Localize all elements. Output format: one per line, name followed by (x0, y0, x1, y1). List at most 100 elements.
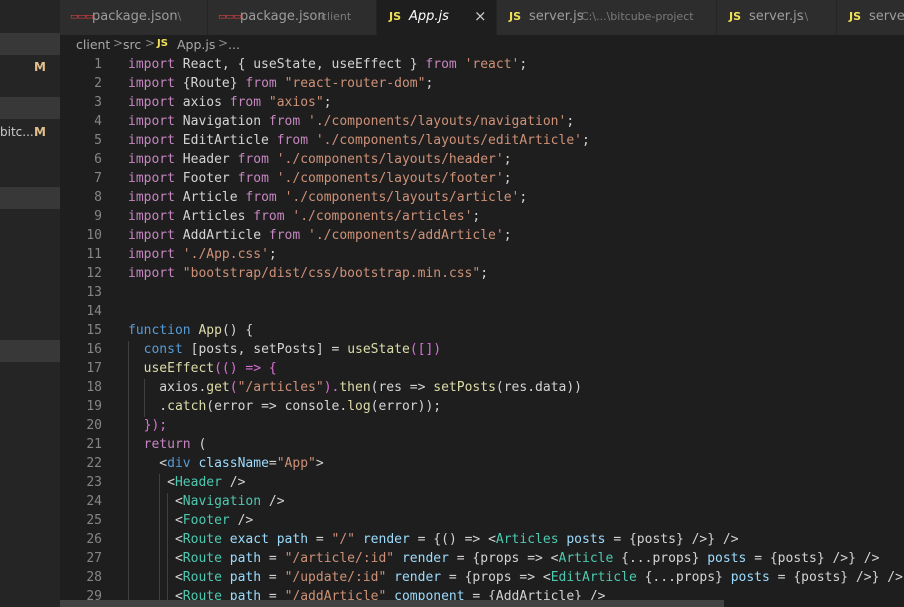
code-line[interactable]: 16 const [posts, setPosts] = useState([]… (60, 341, 904, 360)
breadcrumb-separator-icon: > (218, 36, 229, 50)
tab-description: C:\...\bitcube-project (581, 10, 694, 23)
line-number: 13 (86, 285, 102, 300)
code-line[interactable]: 15 function App() { (60, 322, 904, 341)
explorer-section-header[interactable] (0, 340, 60, 362)
tab-description: .\ (801, 10, 809, 23)
code-line[interactable]: 22 <div className="App"> (60, 455, 904, 474)
indent-guide (167, 493, 168, 607)
code-line[interactable]: 28 <Route path = "/update/:id" render = … (60, 569, 904, 588)
line-number: 19 (86, 399, 102, 414)
code-text: <Route path = "/article/:id" render = {p… (128, 551, 880, 566)
line-number: 2 (94, 76, 102, 91)
code-line[interactable]: 13 (60, 284, 904, 303)
code-text: import './App.css'; (128, 247, 277, 262)
code-text: }); (143, 418, 168, 433)
breadcrumb-separator-icon: > (113, 36, 124, 50)
tab-package-json-client[interactable]: ▭▭▭ package.json client (208, 0, 377, 35)
code-text: function App() { (128, 323, 254, 338)
explorer-section-header[interactable] (0, 33, 60, 55)
code-text: <div className="App"> (128, 456, 324, 471)
code-text: import Article from './components/layout… (128, 190, 528, 205)
line-number: 5 (94, 133, 102, 148)
tab-description: client (321, 10, 352, 23)
code-line[interactable]: 12 import "bootstrap/dist/css/bootstrap.m… (60, 265, 904, 284)
line-number: 10 (86, 228, 102, 243)
line-number: 22 (86, 456, 102, 471)
breadcrumb-item-client[interactable]: client (76, 37, 110, 52)
code-text: .catch(error => console.log(error)); (128, 399, 442, 414)
code-line[interactable]: 18 axios.get("/articles").then(res => se… (60, 379, 904, 398)
json-file-icon: ▭▭▭ (218, 12, 241, 22)
tab-label: package.json (92, 9, 178, 24)
code-line[interactable]: 25 <Footer /> (60, 512, 904, 531)
js-file-icon: JS (509, 10, 522, 23)
code-text: <Header /> (128, 475, 246, 490)
line-number: 8 (94, 190, 102, 205)
breadcrumb-item-src[interactable]: src (123, 37, 141, 52)
line-number: 12 (86, 266, 102, 281)
code-text: return ( (143, 437, 207, 452)
code-line[interactable]: 26 <Route exact path = "/" render = {() … (60, 531, 904, 550)
tab-server-js-root[interactable]: JS server.js .\ (717, 0, 837, 35)
code-line[interactable]: 27 <Route path = "/article/:id" render =… (60, 550, 904, 569)
code-text: <Route exact path = "/" render = {() => … (128, 532, 739, 547)
code-text: import Navigation from './components/lay… (128, 114, 575, 129)
breadcrumb-item-symbol[interactable]: ... (228, 37, 240, 52)
code-line[interactable]: 17 useEffect(() => { (60, 360, 904, 379)
code-text: import Header from './components/layouts… (128, 152, 512, 167)
code-line[interactable]: 3 import axios from "axios"; (60, 94, 904, 113)
code-line[interactable]: 2 import {Route} from "react-router-dom"; (60, 75, 904, 94)
js-file-icon: JS (729, 10, 742, 23)
code-text: import React, { useState, useEffect } fr… (128, 57, 528, 72)
code-line[interactable]: 19 .catch(error => console.log(error)); (60, 398, 904, 417)
code-line[interactable]: 10 import AddArticle from './components/a… (60, 227, 904, 246)
explorer-section-header[interactable] (0, 97, 60, 119)
code-text: <Footer /> (128, 513, 254, 528)
tab-label: App.js (409, 9, 449, 24)
line-number: 11 (86, 247, 102, 262)
indent-guide (159, 474, 161, 607)
line-number: 23 (86, 475, 102, 490)
explorer-section-header[interactable] (0, 187, 60, 209)
code-line[interactable]: 7 import Footer from './components/layout… (60, 170, 904, 189)
explorer-file-item[interactable]: bitc... M (0, 122, 60, 144)
code-line[interactable]: 9 import Articles from './components/arti… (60, 208, 904, 227)
code-line[interactable]: 4 import Navigation from './components/la… (60, 113, 904, 132)
json-file-icon: ▭▭▭ (70, 12, 93, 22)
tab-app-js[interactable]: JS App.js × (377, 0, 497, 35)
line-number: 16 (86, 342, 102, 357)
code-line[interactable]: 11 import './App.css'; (60, 246, 904, 265)
code-text: useEffect(() => { (143, 361, 277, 376)
code-line[interactable]: 23 <Header /> (60, 474, 904, 493)
explorer-file-item[interactable]: M (0, 57, 60, 79)
horizontal-scrollbar[interactable] (60, 600, 724, 607)
code-line[interactable]: 8 import Article from './components/layou… (60, 189, 904, 208)
explorer-sidebar: M bitc... M (0, 0, 60, 607)
breadcrumb-item-file[interactable]: App.js (177, 37, 215, 52)
code-line[interactable]: 1 import React, { useState, useEffect } f… (60, 56, 904, 75)
breadcrumb: client > src > JS App.js > ... (60, 35, 904, 55)
code-line[interactable]: 24 <Navigation /> (60, 493, 904, 512)
code-line[interactable]: 14 (60, 303, 904, 322)
tab-server-js[interactable]: JS server.js (837, 0, 904, 35)
line-number: 15 (86, 323, 102, 338)
code-line[interactable]: 6 import Header from './components/layout… (60, 151, 904, 170)
code-editor[interactable]: 1 import React, { useState, useEffect } f… (60, 55, 904, 607)
close-icon[interactable]: × (474, 7, 487, 25)
code-line[interactable]: 21 return ( (60, 436, 904, 455)
tab-server-js-bitcube[interactable]: JS server.js C:\...\bitcube-project (497, 0, 717, 35)
line-number: 26 (86, 532, 102, 547)
code-text: import "bootstrap/dist/css/bootstrap.min… (128, 266, 489, 281)
code-line[interactable]: 20 }); (60, 417, 904, 436)
code-text: import Articles from './components/artic… (128, 209, 481, 224)
code-text: import AddArticle from './components/add… (128, 228, 512, 243)
tab-package-json-root[interactable]: ▭▭▭ package.json .\ (60, 0, 208, 35)
modified-badge: M (34, 60, 46, 74)
line-number: 24 (86, 494, 102, 509)
code-text: import axios from "axios"; (128, 95, 332, 110)
line-number: 3 (94, 95, 102, 110)
code-text: <Navigation /> (128, 494, 285, 509)
line-number: 1 (94, 57, 102, 72)
code-text: <Route path = "/update/:id" render = {pr… (128, 570, 903, 585)
code-line[interactable]: 5 import EditArticle from './components/l… (60, 132, 904, 151)
